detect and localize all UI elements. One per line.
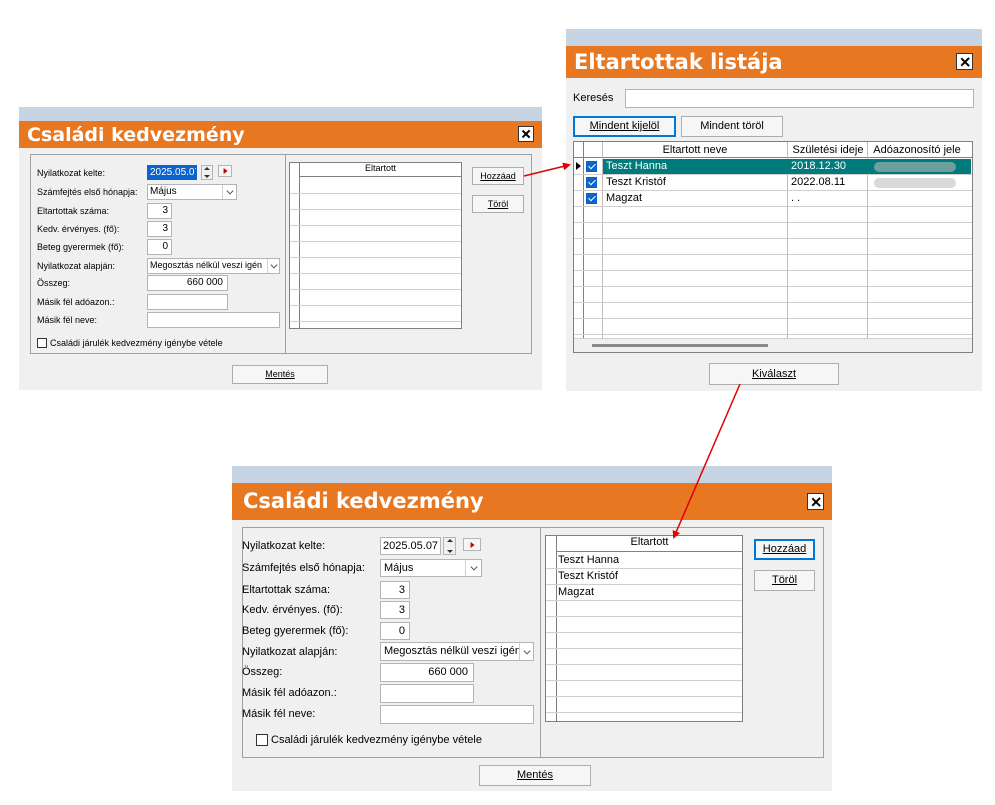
annotation-arrows bbox=[523, 162, 741, 539]
arrow-choose-to-result bbox=[672, 383, 741, 539]
arrow-add-to-list bbox=[523, 162, 571, 177]
